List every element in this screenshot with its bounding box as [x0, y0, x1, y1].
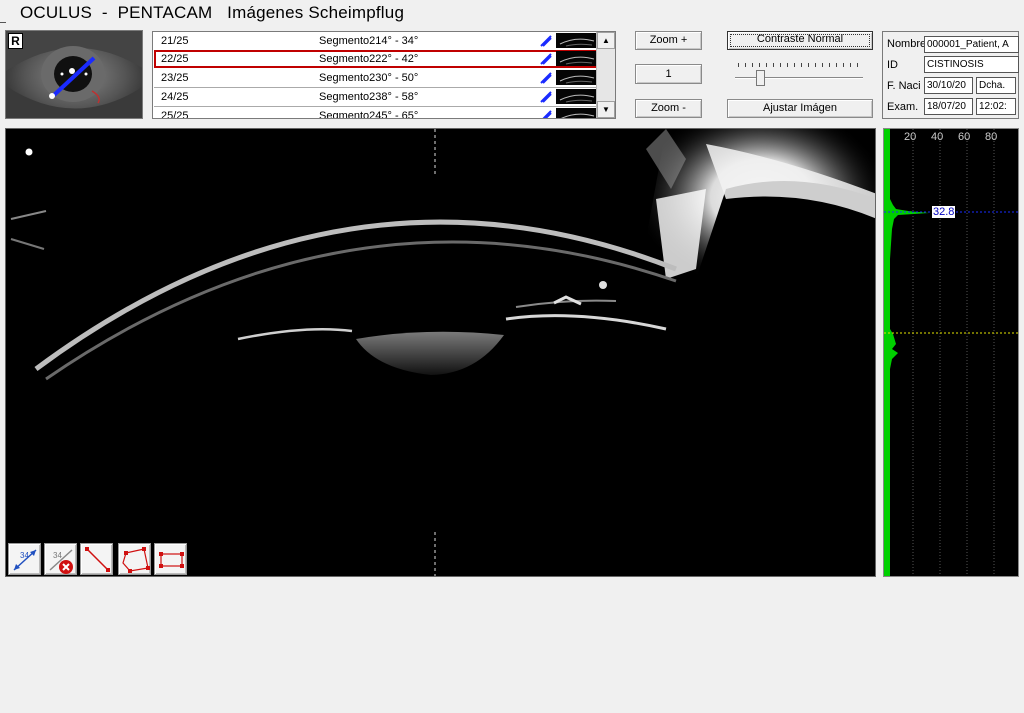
scroll-down-icon[interactable]: ▼: [597, 101, 615, 118]
scheimpflug-image-viewer[interactable]: 34 34: [5, 128, 876, 577]
zoom-level-button[interactable]: 1: [635, 64, 702, 84]
zoom-in-button[interactable]: Zoom +: [635, 31, 702, 50]
draw-rect-button[interactable]: [154, 543, 187, 575]
segment-index: 23/25: [161, 72, 189, 84]
draw-line-button[interactable]: [80, 543, 113, 575]
edit-pencil-icon[interactable]: [538, 89, 554, 105]
segment-label: Segmento245° - 65°: [319, 110, 419, 119]
eye-side-label: R: [8, 33, 23, 49]
slider-thumb[interactable]: [756, 70, 765, 86]
edit-pencil-icon[interactable]: [538, 108, 554, 119]
density-tick: 80: [985, 131, 998, 143]
exam-time-field[interactable]: 12:02:: [976, 98, 1016, 115]
contrast-normal-button[interactable]: Contraste Normal: [727, 31, 873, 50]
densitometry-graph: [884, 129, 1018, 576]
delete-measure-icon: 34: [49, 549, 73, 574]
segment-preview: [556, 33, 596, 48]
segment-preview: [556, 70, 596, 85]
contrast-slider[interactable]: [735, 58, 867, 94]
exam-label: Exam.: [887, 101, 919, 113]
eye-image: [6, 31, 142, 118]
title-bar: OCULUS - PENTACAM Imágenes Scheimpflug: [0, 0, 1024, 26]
segment-list[interactable]: 21/25 Segmento214° - 34° 22/25 Segmento2…: [152, 31, 616, 119]
delete-measure-button[interactable]: 34: [44, 543, 77, 575]
draw-line-icon: [85, 547, 110, 572]
density-tick: 40: [931, 131, 944, 143]
segment-label: Segmento230° - 50°: [319, 72, 419, 84]
segment-index: 21/25: [161, 35, 189, 47]
segment-label: Segmento222° - 42°: [319, 53, 419, 65]
segment-preview: [556, 51, 596, 66]
svg-text:34: 34: [20, 551, 29, 560]
edit-pencil-icon[interactable]: [538, 51, 554, 67]
birth-date-label: F. Naci: [887, 80, 921, 92]
patient-id-field[interactable]: CISTINOSIS: [924, 56, 1019, 73]
segment-row[interactable]: 25/25 Segmento245° - 65°: [154, 107, 597, 119]
segment-index: 22/25: [161, 53, 189, 65]
measure-distance-icon: 34: [13, 549, 37, 571]
slider-ticks: [738, 63, 862, 67]
segment-row-selected[interactable]: 22/25 Segmento222° - 42°: [154, 50, 597, 68]
segment-row[interactable]: 24/25 Segmento238° - 58°: [154, 88, 597, 107]
svg-text:34: 34: [53, 551, 62, 560]
edit-pencil-icon[interactable]: [538, 70, 554, 86]
adjust-image-button[interactable]: Ajustar Imágen: [727, 99, 873, 118]
draw-polygon-button[interactable]: [118, 543, 151, 575]
eye-thumbnail[interactable]: R: [5, 30, 143, 119]
patient-id-label: ID: [887, 59, 898, 71]
segment-preview: [556, 108, 596, 118]
segment-label: Segmento238° - 58°: [319, 91, 419, 103]
patient-name-field[interactable]: 000001_Patient, A: [924, 36, 1019, 53]
scroll-up-icon[interactable]: ▲: [597, 32, 615, 49]
segment-label: Segmento214° - 34°: [319, 35, 419, 47]
draw-polygon-icon: [122, 547, 150, 573]
segment-row[interactable]: 21/25 Segmento214° - 34°: [154, 32, 597, 51]
app-title: OCULUS - PENTACAM Imágenes Scheimpflug: [20, 3, 405, 22]
draw-rect-icon: [159, 552, 184, 568]
density-tick: 60: [958, 131, 971, 143]
measure-distance-button[interactable]: 34: [8, 543, 41, 575]
exam-date-field[interactable]: 18/07/20: [924, 98, 973, 115]
birth-date-field[interactable]: 30/10/20: [924, 77, 973, 94]
segment-index: 24/25: [161, 91, 189, 103]
scheimpflug-image: [6, 129, 875, 576]
patient-panel: Nombre 000001_Patient, A ID CISTINOSIS F…: [882, 31, 1019, 119]
segment-list-scrollbar[interactable]: ▲ ▼: [596, 32, 615, 118]
segment-index: 25/25: [161, 110, 189, 119]
edit-pencil-icon[interactable]: [538, 33, 554, 49]
patient-name-label: Nombre: [887, 38, 927, 50]
zoom-out-button[interactable]: Zoom -: [635, 99, 702, 118]
eye-side-field[interactable]: Dcha.: [976, 77, 1016, 94]
segment-preview: [556, 89, 596, 104]
density-readout: 32.8: [932, 206, 956, 218]
slider-track: [735, 77, 863, 79]
window-corner-mark: [0, 22, 6, 23]
densitometry-panel: 20 40 60 80 32.8: [883, 128, 1019, 577]
density-tick: 20: [904, 131, 917, 143]
segment-row[interactable]: 23/25 Segmento230° - 50°: [154, 69, 597, 88]
